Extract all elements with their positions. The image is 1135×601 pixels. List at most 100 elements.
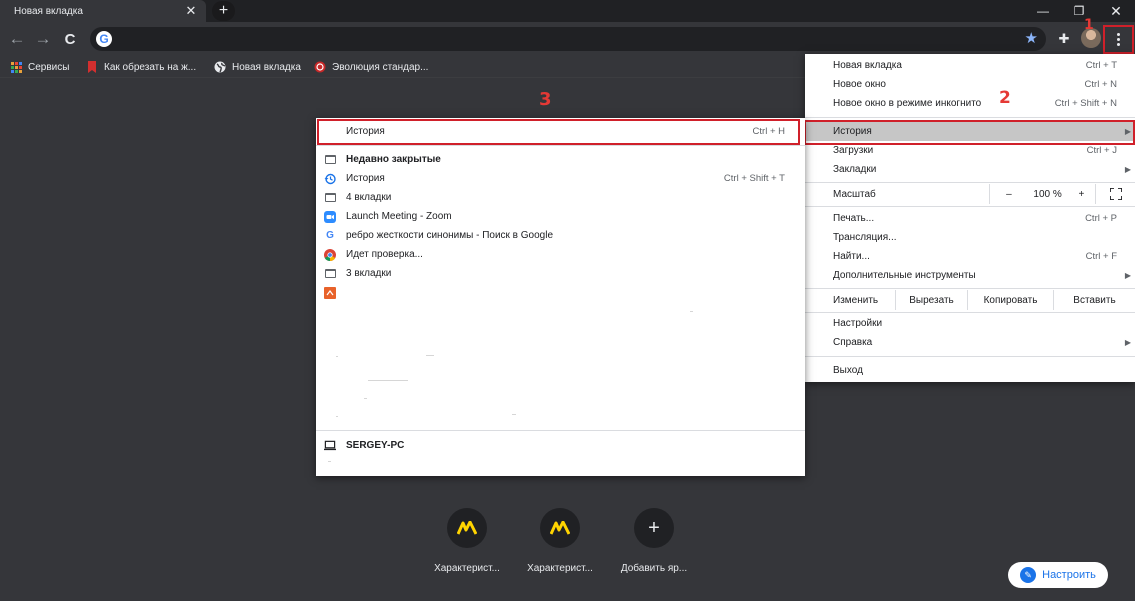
copy-button[interactable]: Копировать (967, 290, 1053, 310)
menu-item-shortcut: Ctrl + F (1085, 251, 1117, 262)
red-bookmark-icon (86, 61, 98, 73)
menu-item-label: Найти... (833, 251, 870, 262)
recently-closed-header: Недавно закрытые (316, 150, 805, 169)
menu-item-bookmarks[interactable]: Закладки ▶ (805, 160, 1135, 179)
apps-grid-icon (10, 61, 22, 73)
cut-button[interactable]: Вырезать (895, 290, 967, 310)
bookmark-label: Как обрезать на ж... (104, 61, 197, 73)
device-name: SERGEY-PC (346, 440, 405, 451)
recent-item[interactable]: Идет проверка... (316, 245, 805, 264)
shortcut-label: Характерист... (527, 563, 593, 574)
menu-item-more-tools[interactable]: Дополнительные инструменты ▶ (805, 266, 1135, 285)
minimize-icon[interactable]: — (1024, 0, 1062, 22)
menu-item-new-tab[interactable]: Новая вкладка Ctrl + T (805, 56, 1135, 75)
bookmark-services[interactable]: Сервисы (10, 59, 69, 75)
menu-item-label: Идет проверка... (346, 249, 423, 260)
pencil-icon: ✎ (1020, 567, 1037, 583)
window-close-icon[interactable]: ✕ (1097, 0, 1135, 22)
chrome-icon (324, 248, 336, 261)
extensions-icon[interactable]: ✚ (1056, 31, 1072, 47)
menu-item-label: Печать... (833, 213, 875, 224)
menu-item-shortcut: Ctrl + N (1084, 79, 1117, 90)
menu-item-new-window[interactable]: Новое окно Ctrl + N (805, 75, 1135, 94)
tab-title: Новая вкладка (14, 5, 83, 17)
menu-item-cast[interactable]: Трансляция... (805, 228, 1135, 247)
menu-item-label: 4 вкладки (346, 192, 392, 203)
speck (368, 380, 408, 381)
shortcut-tile[interactable]: Характерист... (422, 508, 512, 574)
red-circle-icon (314, 61, 326, 73)
annotation-marker-3: 3 (539, 89, 552, 110)
fullscreen-icon[interactable] (1095, 184, 1135, 204)
tab-new-tab[interactable]: Новая вкладка ✕ (0, 0, 206, 22)
orange-site-icon (324, 286, 336, 299)
menu-item-incognito[interactable]: Новое окно в режиме инкогнито Ctrl + Shi… (805, 94, 1135, 113)
recent-item[interactable]: История Ctrl + Shift + T (316, 169, 805, 188)
menu-item-label: Трансляция... (833, 232, 897, 243)
zoom-control: – 100 % + (989, 184, 1135, 204)
menu-item-label: Справка (833, 337, 873, 348)
zoom-level: 100 % (1033, 188, 1062, 200)
menu-divider (805, 312, 1135, 313)
menu-item-shortcut: Ctrl + Shift + T (723, 173, 785, 184)
menu-item-help[interactable]: Справка ▶ (805, 333, 1135, 352)
menu-item-label: 3 вкладки (346, 268, 392, 279)
toolbar: ← → C G ★ ✚ (0, 22, 1135, 56)
submenu-arrow-icon: ▶ (1124, 271, 1131, 280)
speck (364, 398, 367, 399)
add-shortcut-tile[interactable]: + Добавить яр... (609, 508, 699, 574)
recent-item[interactable] (316, 283, 805, 302)
zoom-out-button[interactable]: – (990, 189, 1028, 200)
submenu-arrow-icon: ▶ (1124, 165, 1131, 174)
bookmark-evolution[interactable]: Эволюция стандар... (314, 59, 428, 75)
zoom-in-button[interactable]: + (1067, 189, 1095, 200)
laptop-icon (324, 440, 336, 452)
yandex-market-icon (540, 508, 580, 548)
menu-item-zoom: Масштаб (805, 185, 989, 204)
back-icon[interactable]: ← (4, 26, 30, 52)
recent-item[interactable]: G ребро жесткости синонимы - Поиск в Goo… (316, 226, 805, 245)
customize-button[interactable]: ✎ Настроить (1008, 562, 1108, 588)
window-icon (324, 268, 336, 280)
menu-item-label: Launch Meeting - Zoom (346, 211, 452, 222)
annotation-box-history (804, 120, 1135, 145)
menu-divider (805, 117, 1135, 118)
recent-item[interactable]: 3 вкладки (316, 264, 805, 283)
speck (512, 414, 516, 415)
shortcut-tile[interactable]: Характерист... (515, 508, 605, 574)
menu-item-shortcut: Ctrl + Shift + N (1054, 98, 1117, 109)
speck (426, 355, 434, 356)
close-tab-icon[interactable]: ✕ (182, 2, 200, 20)
menu-item-label: Настройки (833, 318, 883, 329)
menu-divider (805, 182, 1135, 183)
new-tab-button[interactable]: + (212, 1, 235, 21)
menu-item-label: Новая вкладка (833, 60, 902, 71)
menu-divider (805, 206, 1135, 207)
shortcut-label: Характерист... (434, 563, 500, 574)
annotation-box-submenu-history (317, 119, 800, 145)
forward-icon[interactable]: → (30, 26, 56, 52)
menu-item-print[interactable]: Печать... Ctrl + P (805, 209, 1135, 228)
window-icon (324, 192, 336, 204)
bookmark-star-icon[interactable]: ★ (1025, 29, 1038, 47)
menu-divider (316, 145, 805, 146)
menu-item-settings[interactable]: Настройки (805, 314, 1135, 333)
menu-divider (316, 430, 805, 431)
recent-item[interactable]: Launch Meeting - Zoom (316, 207, 805, 226)
chrome-main-menu: Новая вкладка Ctrl + T Новое окно Ctrl +… (805, 54, 1135, 382)
menu-item-exit[interactable]: Выход (805, 361, 1135, 380)
paste-button[interactable]: Вставить (1053, 290, 1135, 310)
submenu-arrow-icon: ▶ (1124, 338, 1131, 347)
bookmark-label: Новая вкладка (232, 61, 301, 73)
bookmark-new-tab[interactable]: Новая вкладка (214, 59, 301, 75)
speck (328, 461, 331, 462)
tab-strip: Новая вкладка ✕ + — ❐ ✕ (0, 0, 1135, 22)
menu-item-shortcut: Ctrl + J (1086, 145, 1117, 156)
recent-item[interactable]: 4 вкладки (316, 188, 805, 207)
bookmark-crop[interactable]: Как обрезать на ж... (86, 59, 196, 75)
menu-item-find[interactable]: Найти... Ctrl + F (805, 247, 1135, 266)
address-bar[interactable]: G ★ (90, 27, 1046, 51)
annotation-marker-1: 1 (1084, 17, 1094, 33)
menu-item-label: Новое окно в режиме инкогнито (833, 98, 982, 109)
reload-icon[interactable]: C (57, 26, 83, 52)
